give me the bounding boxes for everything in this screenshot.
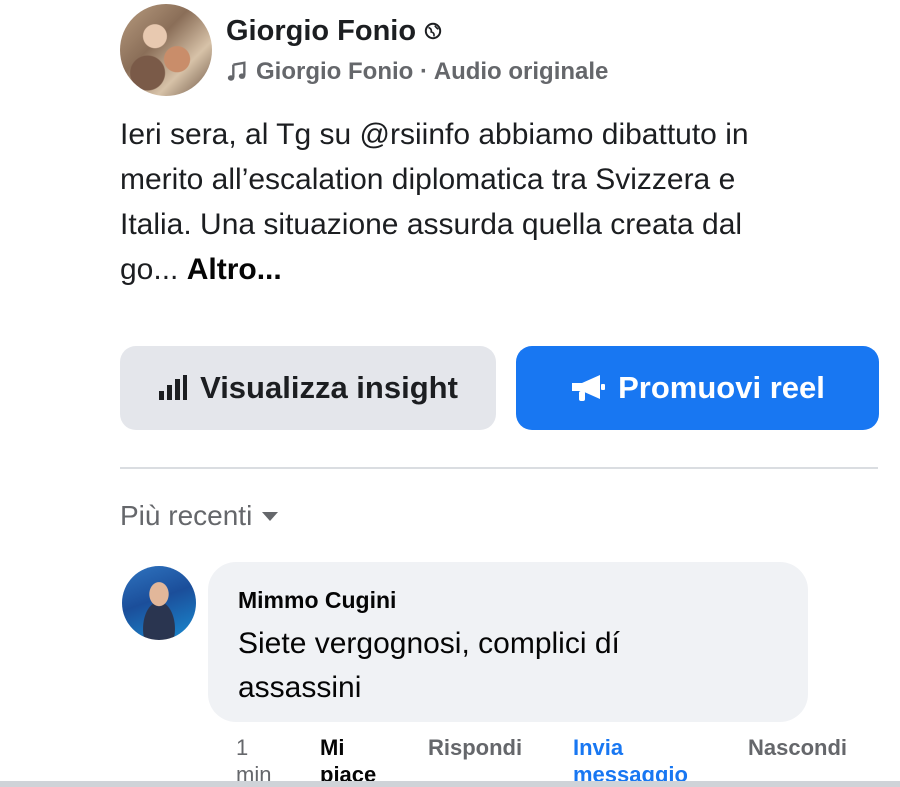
promote-reel-button[interactable]: Promuovi reel <box>516 346 879 430</box>
music-note-icon <box>227 61 246 81</box>
post-text-line: merito all’escalation diplomatica tra Sv… <box>120 163 736 196</box>
comment-text: Siete vergognosi, complici dí assassini <box>238 622 778 710</box>
post-header: Giorgio Fonio Giorgio Fonio · Audio orig… <box>120 4 608 96</box>
post-text-line: Ieri sera, al Tg su @rsiinfo abbiamo dib… <box>120 118 749 151</box>
post-text-line: Italia. Una situazione assurda quella cr… <box>120 208 743 241</box>
globe-icon <box>424 22 442 40</box>
post-text-line: go... Altro... <box>120 247 860 292</box>
author-avatar[interactable] <box>120 4 212 96</box>
view-insights-label: Visualizza insight <box>200 370 458 405</box>
sort-label: Più recenti <box>120 500 253 531</box>
view-insights-button[interactable]: Visualizza insight <box>120 346 496 430</box>
comment-text-line: Siete vergognosi, complici dí <box>238 627 620 660</box>
comment-sort-dropdown[interactable]: Più recenti <box>120 500 279 532</box>
reply-button[interactable]: Rispondi <box>428 734 522 761</box>
divider <box>120 467 878 469</box>
caret-down-icon <box>262 511 279 521</box>
audio-line[interactable]: Giorgio Fonio · Audio originale <box>226 58 608 86</box>
author-line: Giorgio Fonio <box>226 14 608 48</box>
comment-timestamp[interactable]: 1 min <box>236 734 296 787</box>
commenter-name[interactable]: Mimmo Cugini <box>238 586 778 614</box>
comment-bubble: Mimmo Cugini Siete vergognosi, complici … <box>208 562 808 722</box>
send-message-label-line: Invia <box>573 735 624 760</box>
post-text-truncated: go... <box>120 253 179 286</box>
megaphone-icon <box>572 375 606 401</box>
reel-post: Giorgio Fonio Giorgio Fonio · Audio orig… <box>0 0 900 787</box>
post-header-text: Giorgio Fonio Giorgio Fonio · Audio orig… <box>226 14 608 86</box>
send-message-button[interactable]: Invia messaggio <box>573 734 723 787</box>
author-name[interactable]: Giorgio Fonio <box>226 14 416 48</box>
hide-comment-button[interactable]: Nascondi <box>748 734 847 761</box>
like-comment-button[interactable]: Mi piace <box>320 734 400 787</box>
promote-reel-label: Promuovi reel <box>618 370 825 405</box>
bottom-edge <box>0 781 900 787</box>
comment-timestamp-value: 1 <box>236 735 249 760</box>
like-label-line: Mi <box>320 735 345 760</box>
audio-label: Giorgio Fonio · Audio originale <box>256 58 609 85</box>
see-more-link[interactable]: Altro... <box>187 253 282 286</box>
comment-text-line: assassini <box>238 671 362 704</box>
bar-chart-icon <box>159 375 188 400</box>
commenter-avatar[interactable] <box>122 566 196 640</box>
post-text: Ieri sera, al Tg su @rsiinfo abbiamo dib… <box>120 112 860 292</box>
